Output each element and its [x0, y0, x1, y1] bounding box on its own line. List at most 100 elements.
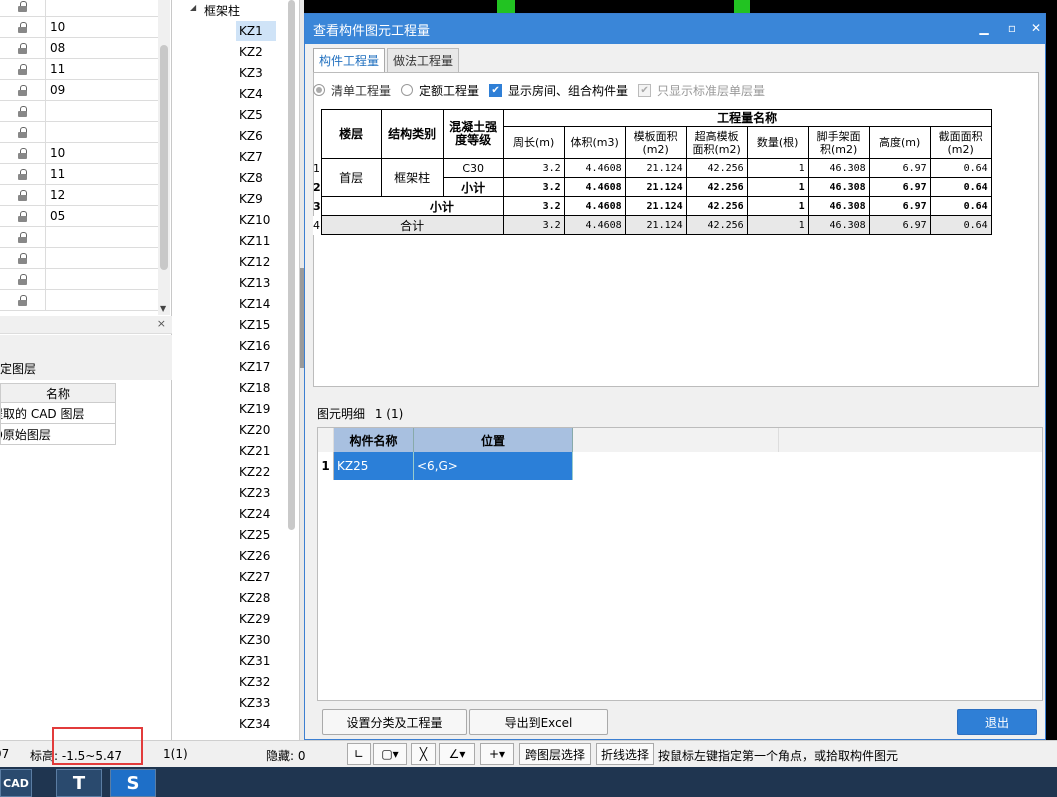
option-list-quantity[interactable]: 清单工程量 — [313, 82, 391, 99]
tree-item-kz11[interactable]: KZ11 — [236, 231, 276, 251]
tree-item-kz31[interactable]: KZ31 — [236, 651, 276, 671]
checkbox-checked-icon[interactable]: ✔ — [489, 83, 503, 97]
angle-icon[interactable]: ∠▾ — [439, 743, 475, 765]
layer-list-row[interactable]: 11 — [0, 59, 158, 80]
lock-icon[interactable] — [18, 0, 27, 12]
layer-list-row[interactable]: 05 — [0, 206, 158, 227]
option-quota-quantity[interactable]: 定额工程量 — [401, 82, 479, 99]
lock-icon[interactable] — [18, 42, 27, 54]
tree-item-kz20[interactable]: KZ20 — [236, 420, 276, 440]
scroll-down-icon[interactable]: ▼ — [160, 304, 166, 313]
ortho-icon[interactable]: ∟ — [347, 743, 371, 765]
tree-item-kz30[interactable]: KZ30 — [236, 630, 276, 650]
tree-item-kz5[interactable]: KZ5 — [236, 105, 276, 125]
tree-item-kz6[interactable]: KZ6 — [236, 126, 276, 146]
close-icon[interactable]: × — [157, 317, 166, 330]
tab-component-quantity[interactable]: 构件工程量 — [313, 48, 386, 72]
lock-cell[interactable] — [0, 185, 46, 205]
cad-app-icon[interactable]: CAD — [0, 769, 32, 797]
lock-cell[interactable] — [0, 143, 46, 163]
tree-item-kz4[interactable]: KZ4 — [236, 84, 276, 104]
tree-item-kz10[interactable]: KZ10 — [236, 210, 276, 230]
layer-list-row[interactable]: 08 — [0, 38, 158, 59]
tree-item-kz24[interactable]: KZ24 — [236, 504, 276, 524]
layer-list-row[interactable] — [0, 0, 158, 17]
cross-icon[interactable]: ╳ — [411, 743, 436, 765]
layer-list-row[interactable] — [0, 122, 158, 143]
tree-root-frame-column[interactable]: 框架柱 — [190, 2, 240, 19]
radio-icon[interactable] — [313, 84, 325, 96]
tree-item-kz14[interactable]: KZ14 — [236, 294, 276, 314]
lock-cell[interactable] — [0, 164, 46, 184]
layer-list-row[interactable]: 11 — [0, 164, 158, 185]
tree-item-kz16[interactable]: KZ16 — [236, 336, 276, 356]
tab-method-quantity[interactable]: 做法工程量 — [387, 48, 460, 72]
tree-scrollbar[interactable] — [286, 0, 298, 740]
tree-item-kz13[interactable]: KZ13 — [236, 273, 276, 293]
layer-list-row[interactable] — [0, 269, 158, 290]
maximize-icon[interactable]: ▫ — [1003, 20, 1021, 36]
layer-list-row[interactable]: 12 — [0, 185, 158, 206]
lock-cell[interactable] — [0, 248, 46, 268]
table-row[interactable]: 3 小计 3.2 4.4608 21.124 42.256 1 46.308 6… — [313, 196, 992, 216]
lock-icon[interactable] — [18, 294, 27, 306]
layer-row[interactable]: 已提取的 CAD 图层 — [0, 403, 116, 424]
minimize-icon[interactable]: ▁ — [975, 20, 993, 36]
lock-icon[interactable] — [18, 168, 27, 180]
lock-icon[interactable] — [18, 147, 27, 159]
lock-cell[interactable] — [0, 206, 46, 226]
lock-cell[interactable] — [0, 80, 46, 100]
settings-button[interactable]: 设置分类及工程量 — [322, 709, 467, 735]
lock-cell[interactable] — [0, 290, 46, 310]
lock-icon[interactable] — [18, 84, 27, 96]
tree-item-kz26[interactable]: KZ26 — [236, 546, 276, 566]
layer-list-row[interactable]: 10 — [0, 17, 158, 38]
tree-item-kz1[interactable]: KZ1 — [236, 21, 276, 41]
close-icon[interactable]: ✕ — [1027, 20, 1045, 36]
t-app-icon[interactable]: T — [56, 769, 102, 797]
lock-icon[interactable] — [18, 63, 27, 75]
exit-button[interactable]: 退出 — [957, 709, 1037, 735]
snap-icon[interactable]: +▾ — [480, 743, 514, 765]
tree-item-kz12[interactable]: KZ12 — [236, 252, 276, 272]
export-excel-button[interactable]: 导出到Excel — [469, 709, 608, 735]
option-show-rooms[interactable]: ✔ 显示房间、组合构件量 — [489, 82, 628, 99]
lock-cell[interactable] — [0, 38, 46, 58]
s-app-icon[interactable]: S — [110, 769, 156, 797]
layer-list-row[interactable] — [0, 248, 158, 269]
tree-item-kz8[interactable]: KZ8 — [236, 168, 276, 188]
lock-icon[interactable] — [18, 273, 27, 285]
checkbox-disabled-icon[interactable]: ✔ — [638, 83, 652, 97]
layer-list-row[interactable] — [0, 290, 158, 311]
lock-icon[interactable] — [18, 105, 27, 117]
polyline-select-button[interactable]: 折线选择 — [596, 743, 654, 765]
tree-item-kz21[interactable]: KZ21 — [236, 441, 276, 461]
tree-item-kz27[interactable]: KZ27 — [236, 567, 276, 587]
table-row[interactable]: 1 首层 框架柱 C30 3.2 4.4608 21.124 42.256 1 … — [313, 158, 992, 197]
cell-position[interactable]: <6,G> — [414, 452, 573, 480]
tree-item-kz3[interactable]: KZ3 — [236, 63, 276, 83]
header-component-name[interactable]: 构件名称 — [334, 428, 414, 452]
tree-item-kz18[interactable]: KZ18 — [236, 378, 276, 398]
lock-cell[interactable] — [0, 269, 46, 289]
layer-list-row[interactable]: 10 — [0, 143, 158, 164]
table-row[interactable]: 4 合计 3.2 4.4608 21.124 42.256 1 46.308 6… — [313, 215, 992, 235]
tree-item-kz22[interactable]: KZ22 — [236, 462, 276, 482]
tree-item-kz32[interactable]: KZ32 — [236, 672, 276, 692]
layer-list-row[interactable] — [0, 227, 158, 248]
select-box-icon[interactable]: ▢▾ — [373, 743, 407, 765]
cell-component-name[interactable]: KZ25 — [334, 452, 414, 480]
tree-item-kz29[interactable]: KZ29 — [236, 609, 276, 629]
tree-item-kz15[interactable]: KZ15 — [236, 315, 276, 335]
lock-cell[interactable] — [0, 59, 46, 79]
lock-cell[interactable] — [0, 122, 46, 142]
lock-icon[interactable] — [18, 126, 27, 138]
layer-list-row[interactable]: 09 — [0, 80, 158, 101]
scroll-thumb[interactable] — [160, 45, 168, 270]
tree-item-kz34[interactable]: KZ34 — [236, 714, 276, 734]
lock-cell[interactable] — [0, 227, 46, 247]
lock-cell[interactable] — [0, 17, 46, 37]
layer-row[interactable]: CAD原始图层 — [0, 424, 116, 445]
cross-layer-select-button[interactable]: 跨图层选择 — [519, 743, 591, 765]
option-standard-floor[interactable]: ✔ 只显示标准层单层量 — [638, 82, 765, 99]
